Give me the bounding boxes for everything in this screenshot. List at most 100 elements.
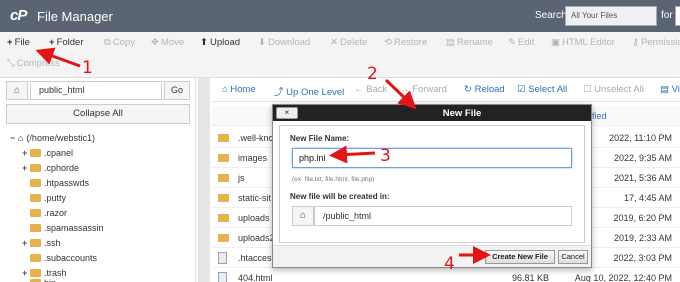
new-file-dialog: × New File New File Name: php.ini (ex: f…	[272, 104, 592, 268]
permissions-button[interactable]: ⚷Permissions	[632, 37, 680, 48]
top-header: cP File Manager Search All Your Files fo…	[0, 0, 680, 32]
location-input[interactable]: /public_html	[314, 206, 572, 226]
annotation-3: 3	[380, 146, 391, 166]
folder-icon	[218, 134, 229, 142]
key-icon: ⚷	[632, 37, 639, 48]
expand-icon[interactable]: +	[22, 238, 30, 248]
expand-icon[interactable]: +	[22, 148, 30, 158]
tree-item[interactable]: + .cpanel	[22, 148, 73, 158]
search-input[interactable]	[675, 6, 680, 26]
html-file-icon	[218, 272, 227, 282]
filename-hint: (ex: file.txt, file.html, file.php)	[292, 176, 375, 183]
search-scope-select[interactable]: All Your Files	[565, 6, 657, 26]
search-for-label: for	[661, 10, 673, 21]
folder-icon	[30, 194, 41, 202]
compress-button[interactable]: ⤡ Compress	[7, 58, 60, 69]
unselect-all-button[interactable]: ☐ Unselect All	[583, 84, 644, 95]
folder-icon	[30, 239, 41, 247]
restore-icon: ⟲	[384, 37, 392, 48]
html-editor-button[interactable]: ▣ HTML Editor	[551, 37, 615, 48]
dialog-body: New File Name: php.ini (ex: file.txt, fi…	[279, 125, 585, 243]
modified-column-header[interactable]: fied	[592, 111, 607, 121]
home-nav-button[interactable]: ⌂ Home	[222, 84, 256, 95]
up-one-level-button[interactable]: ⤴ Up One Level	[274, 84, 344, 98]
reload-icon: ↻	[464, 84, 472, 95]
nav-bar: ⌂ Home ⤴ Up One Level ← Back → Forward ↻…	[212, 78, 680, 102]
edit-icon: ✎	[508, 37, 516, 48]
download-icon: ⬇	[258, 37, 266, 48]
upload-button[interactable]: ⬆ Upload	[200, 37, 240, 48]
tree-item[interactable]: bin	[30, 278, 56, 282]
dialog-footer: Create New File Cancel	[273, 245, 591, 267]
back-icon: ←	[354, 84, 364, 95]
folder-icon	[30, 224, 41, 232]
folder-icon	[30, 209, 41, 217]
tree-item[interactable]: .spamassassin	[30, 223, 104, 233]
folder-icon	[30, 254, 41, 262]
tree-item[interactable]: .subaccounts	[30, 253, 97, 263]
home-icon: ⌂	[222, 84, 228, 95]
dialog-title: New File	[442, 108, 482, 119]
rename-button[interactable]: ▤ Rename	[446, 37, 493, 48]
tree-item[interactable]: .htpasswds	[30, 178, 89, 188]
upload-icon: ⬆	[200, 37, 208, 48]
location-label: New file will be created in:	[290, 192, 390, 201]
collapse-all-button[interactable]: Collapse All	[6, 104, 190, 124]
move-button[interactable]: ✥ Move	[151, 37, 184, 48]
new-folder-button[interactable]: + Folder	[49, 37, 84, 48]
folder-icon	[218, 234, 229, 242]
view-icon: ▤	[660, 84, 669, 95]
tree-item[interactable]: .putty	[30, 193, 66, 203]
cancel-button[interactable]: Cancel	[558, 250, 588, 264]
folder-icon	[30, 149, 41, 157]
html-editor-icon: ▣	[551, 37, 560, 48]
directory-tree-pane: ⌂ public_html Go Collapse All − ⌂ (/home/w…	[0, 78, 196, 282]
tree-item[interactable]: + .trash	[22, 268, 67, 278]
rename-icon: ▤	[446, 37, 455, 48]
new-file-name-input[interactable]: php.ini	[292, 148, 572, 168]
compress-icon: ⤡	[7, 58, 15, 69]
file-icon	[218, 252, 227, 264]
home-icon[interactable]: ⌂	[6, 81, 28, 100]
restore-button[interactable]: ⟲ Restore	[384, 37, 427, 48]
copy-icon: ⧉	[104, 37, 111, 48]
expand-icon[interactable]: +	[22, 268, 30, 278]
select-all-icon: ☑	[517, 84, 526, 95]
annotation-4: 4	[444, 254, 455, 274]
dialog-header: × New File	[273, 105, 591, 121]
toolbar: + File + Folder ⧉ Copy ✥ Move ⬆ Upload ⬇ Downl…	[0, 32, 680, 78]
forward-button[interactable]: → Forward	[400, 84, 447, 95]
folder-icon	[30, 269, 41, 277]
delete-icon: ✕	[330, 37, 338, 48]
view-button[interactable]: ▤ Vi	[660, 84, 680, 95]
tree-item[interactable]: .razor	[30, 208, 67, 218]
delete-button[interactable]: ✕ Delete	[330, 37, 367, 48]
folder-icon	[30, 164, 41, 172]
create-new-file-button[interactable]: Create New File	[485, 250, 555, 264]
collapse-icon[interactable]: −	[10, 133, 18, 143]
folder-icon	[30, 179, 41, 187]
tree-item[interactable]: + .cphorde	[22, 163, 79, 173]
reload-button[interactable]: ↻ Reload	[464, 84, 505, 95]
search-label: Search	[535, 10, 567, 21]
plus-icon: +	[7, 37, 13, 48]
home-icon: ⌂	[292, 206, 314, 226]
tree-item-home[interactable]: − ⌂ (/home/webstic1)	[10, 133, 95, 143]
new-file-button[interactable]: + File	[7, 37, 30, 48]
download-button[interactable]: ⬇ Download	[258, 37, 310, 48]
back-button[interactable]: ← Back	[354, 84, 387, 95]
go-button[interactable]: Go	[164, 81, 190, 100]
left-scrollbar[interactable]	[198, 78, 210, 282]
copy-button[interactable]: ⧉ Copy	[104, 37, 135, 48]
edit-button[interactable]: ✎ Edit	[508, 37, 534, 48]
home-icon: ⌂	[18, 133, 24, 143]
select-all-button[interactable]: ☑ Select All	[517, 84, 567, 95]
up-level-icon: ⤴	[274, 87, 284, 98]
plus-icon: +	[49, 37, 55, 48]
expand-icon[interactable]: +	[22, 163, 30, 173]
new-file-name-label: New File Name:	[290, 134, 350, 143]
tree-item[interactable]: + .ssh	[22, 238, 61, 248]
path-input[interactable]: public_html	[30, 81, 162, 100]
folder-icon	[218, 214, 229, 222]
app-title: File Manager	[37, 9, 113, 24]
